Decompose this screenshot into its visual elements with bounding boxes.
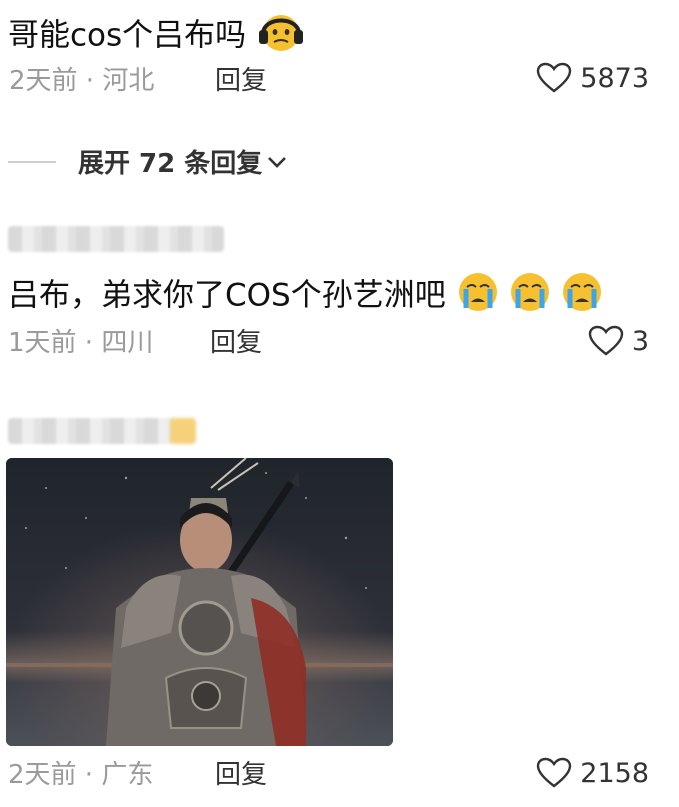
- comment-text-body: 哥能cos个吕布吗: [8, 17, 247, 54]
- like-button[interactable]: 5873: [536, 62, 649, 94]
- reply-button[interactable]: 回复: [215, 758, 267, 792]
- lu-bu-armored-warrior-photo[interactable]: [6, 458, 393, 746]
- comment-meta: 1天前 · 四川: [8, 328, 154, 358]
- comment-text: 哥能cos个吕布吗: [8, 8, 306, 66]
- expand-replies-button[interactable]: 展开 72 条回复: [8, 143, 288, 180]
- like-count: 2158: [580, 757, 649, 789]
- like-count: 3: [631, 325, 649, 357]
- divider: [8, 160, 56, 163]
- crying-face-emoji: [456, 270, 606, 324]
- username-blurred[interactable]: [8, 418, 174, 444]
- user-badge-blurred: [170, 418, 196, 444]
- comment-text-body: 吕布，弟求你了COS个孙艺洲吧: [8, 277, 446, 314]
- heart-outline-icon: [537, 757, 572, 788]
- expand-replies-label: 展开 72 条回复: [78, 149, 263, 179]
- heart-outline-icon: [588, 325, 624, 356]
- comment-text: 吕布，弟求你了COS个孙艺洲吧: [8, 270, 606, 324]
- headphones-face-emoji: [256, 8, 306, 66]
- chevron-down-icon: [268, 156, 287, 168]
- reply-button[interactable]: 回复: [215, 64, 267, 98]
- like-count: 5873: [580, 62, 649, 94]
- comment-meta: 2天前 · 广东: [8, 760, 154, 790]
- reply-button[interactable]: 回复: [210, 326, 262, 360]
- like-button[interactable]: 3: [588, 325, 649, 357]
- heart-outline-icon: [537, 62, 572, 93]
- comment-meta: 2天前 · 河北: [9, 66, 155, 96]
- username-blurred[interactable]: [8, 226, 224, 252]
- like-button[interactable]: 2158: [536, 757, 649, 789]
